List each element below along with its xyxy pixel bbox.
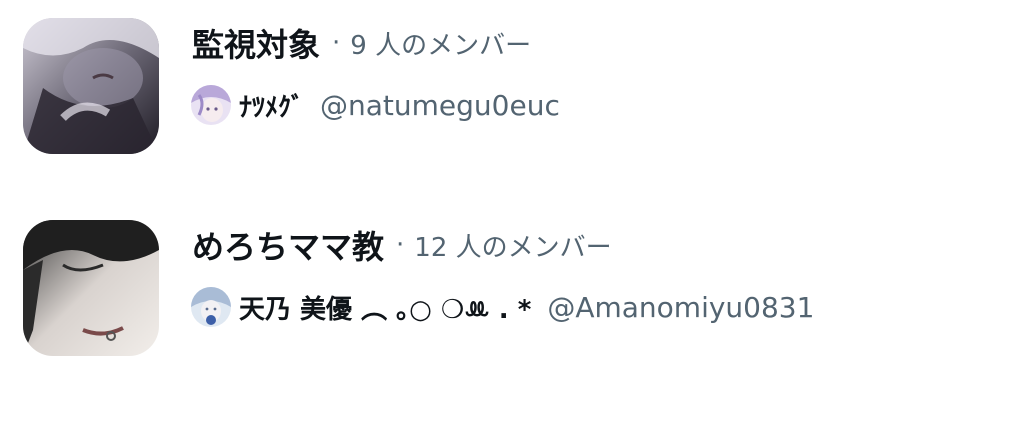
member-count: 9 人のメンバー — [350, 30, 532, 61]
owner-display-name[interactable]: ﾅﾂﾒｸﾞ — [239, 87, 304, 124]
dark-anime-portrait-icon — [23, 18, 159, 154]
blue-anime-avatar-icon — [191, 287, 231, 327]
owner-avatar — [191, 85, 231, 125]
list-header: 監視対象 · 9 人のメンバー — [192, 18, 531, 68]
pastel-anime-avatar-icon — [191, 85, 231, 125]
separator-dot: · — [332, 28, 341, 58]
list-header: めろちママ教 · 12 人のメンバー — [192, 220, 612, 270]
list-owner: 天乃 美優 ︵ ｡○ ❍ꔛ . * @Amanomiyu0831 — [191, 284, 814, 330]
list-name[interactable]: めろちママ教 — [192, 222, 384, 268]
list-item[interactable]: めろちママ教 · 12 人のメンバー 天乃 美優 ︵ ｡○ ❍ꔛ . * @Am… — [0, 220, 1024, 360]
member-count: 12 人のメンバー — [414, 232, 612, 263]
owner-handle[interactable]: @Amanomiyu0831 — [547, 291, 814, 324]
list-avatar-image[interactable] — [23, 18, 159, 154]
list-item[interactable]: 監視対象 · 9 人のメンバー ﾅﾂﾒｸﾞ @natumegu0euc — [0, 18, 1024, 158]
list-name[interactable]: 監視対象 — [192, 20, 320, 66]
list-owner: ﾅﾂﾒｸﾞ @natumegu0euc — [191, 82, 560, 128]
list-avatar-image[interactable] — [23, 220, 159, 356]
monochrome-anime-portrait-icon — [23, 220, 159, 356]
owner-avatar — [191, 287, 231, 327]
owner-handle[interactable]: @natumegu0euc — [320, 89, 560, 122]
separator-dot: · — [396, 230, 405, 260]
owner-display-name[interactable]: 天乃 美優 ︵ ｡○ ❍ꔛ . * — [239, 289, 531, 326]
